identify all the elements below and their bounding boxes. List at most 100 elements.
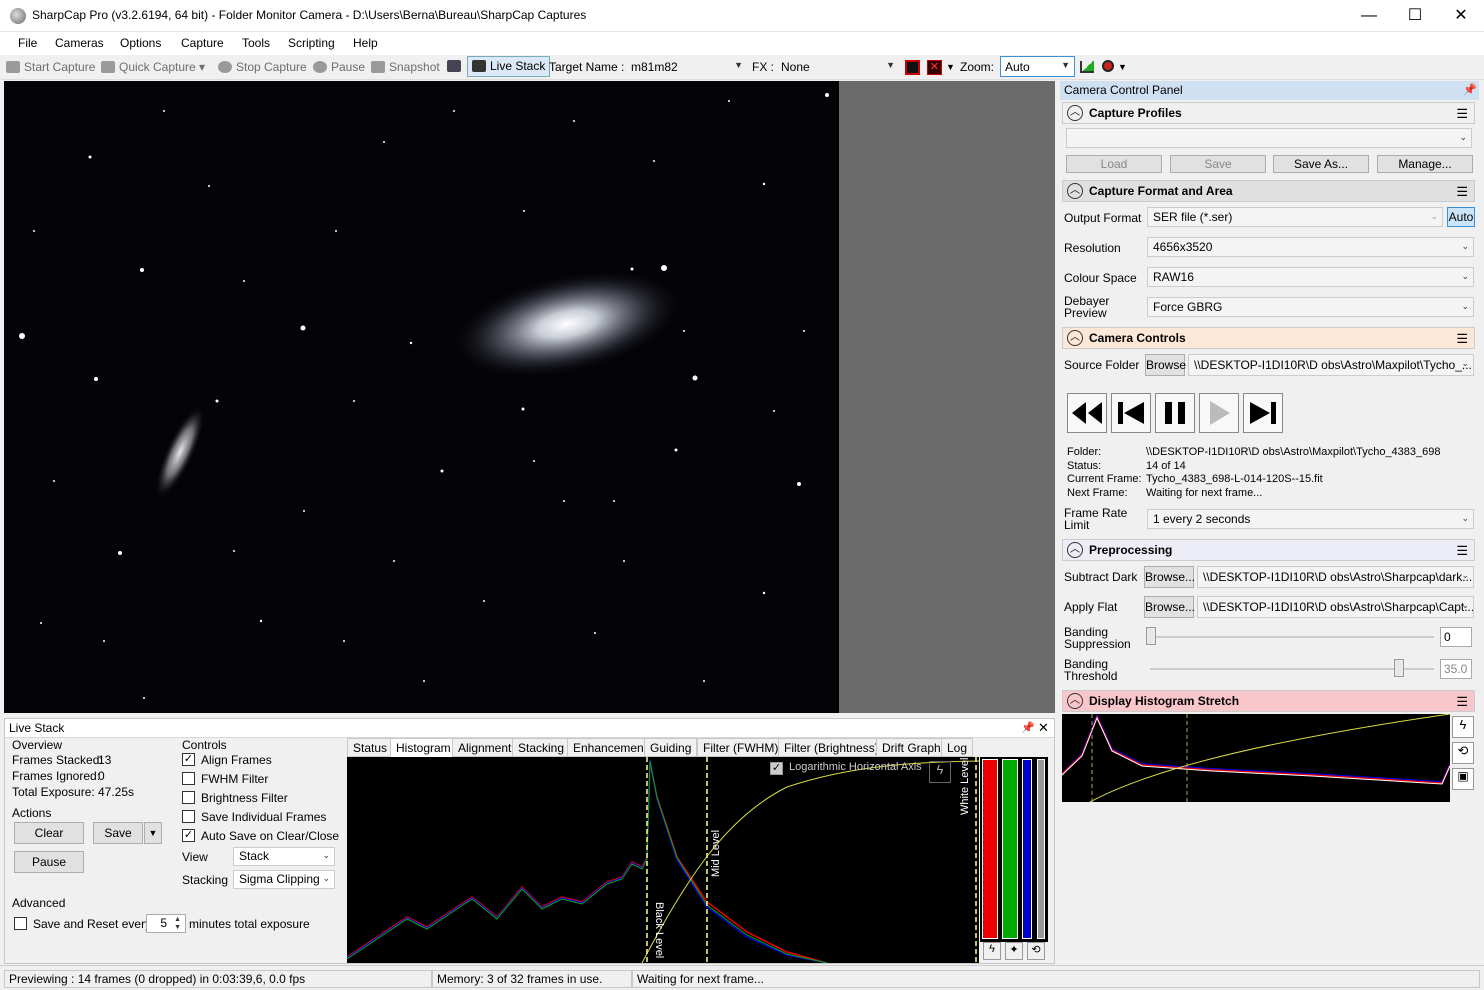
reticle-icon[interactable] (905, 60, 920, 75)
clear-button[interactable]: Clear (14, 822, 84, 844)
align-frames-checkbox[interactable]: ✓ (182, 753, 195, 766)
target-name-combo[interactable]: m81m82 ▼ (626, 56, 748, 77)
camera-controls-header[interactable]: ︿ Camera Controls ☰ (1062, 327, 1475, 349)
profile-save-button[interactable]: Save (1170, 155, 1266, 173)
menu-scripting[interactable]: Scripting (288, 36, 335, 50)
display-histogram-header[interactable]: ︿ Display Histogram Stretch ☰ (1062, 690, 1475, 712)
minutes-stepper[interactable]: 5 ▲ ▼ (146, 914, 186, 933)
pin-icon[interactable]: 📌 (1463, 83, 1477, 96)
collapse-icon[interactable]: ︿ (1067, 542, 1083, 558)
tab-status[interactable]: Status (347, 738, 394, 757)
apply-flat-combo[interactable]: \\DESKTOP-I1DI10R\D obs\Astro\Sharpcap\C… (1197, 596, 1474, 618)
tab-filter-brightness[interactable]: Filter (Brightness) (778, 738, 885, 757)
hamburger-icon[interactable]: ☰ (1456, 331, 1468, 347)
flat-browse-button[interactable]: Browse... (1144, 596, 1195, 618)
menu-capture[interactable]: Capture (181, 36, 224, 50)
star-icon[interactable]: ✦ (1005, 942, 1023, 960)
play-button[interactable] (1199, 393, 1239, 433)
pause-playback-button[interactable] (1155, 393, 1195, 433)
tab-histogram[interactable]: Histogram (390, 738, 457, 757)
pause-stack-button[interactable]: Pause (14, 851, 84, 873)
auto-stretch-icon[interactable]: ϟ (983, 942, 1001, 960)
reset-icon[interactable]: ⟲ (1027, 942, 1045, 960)
chevron-down-icon[interactable]: ▼ (1118, 62, 1127, 72)
source-folder-combo[interactable]: \\DESKTOP-I1DI10R\D obs\Astro\Maxpilot\T… (1188, 354, 1474, 376)
menu-options[interactable]: Options (120, 36, 161, 50)
capture-format-header[interactable]: ︿ Capture Format and Area ☰ (1062, 180, 1475, 202)
start-capture-button[interactable]: Start Capture (6, 60, 95, 74)
log-axis-checkbox[interactable]: ✓ (770, 762, 783, 775)
rgb-level-sliders[interactable] (980, 757, 1048, 942)
fx-combo[interactable]: None ▼ (776, 56, 900, 77)
output-format-combo[interactable]: SER file (*.ser) ⌄ (1147, 207, 1443, 227)
auto-stretch-icon[interactable]: ϟ (929, 761, 951, 783)
snapshot-button[interactable]: Snapshot (371, 60, 440, 74)
next-button[interactable] (1243, 393, 1283, 433)
save-dropdown-button[interactable]: ▼ (144, 822, 162, 844)
display-histogram[interactable] (1061, 713, 1451, 803)
collapse-icon[interactable]: ︿ (1067, 183, 1083, 199)
hamburger-icon[interactable]: ☰ (1456, 694, 1468, 710)
manage-button[interactable]: Manage... (1377, 155, 1473, 173)
save-icon[interactable]: ▣ (1452, 768, 1474, 790)
frame-rate-combo[interactable]: 1 every 2 seconds ⌄ (1147, 509, 1474, 529)
rewind-button[interactable] (1067, 393, 1107, 433)
menu-cameras[interactable]: Cameras (55, 36, 104, 50)
cross-icon[interactable]: ✕ (927, 60, 942, 75)
reset-icon[interactable]: ⟲ (1452, 742, 1474, 764)
tab-stacking[interactable]: Stacking (512, 738, 571, 757)
pin-icon[interactable]: 📌 (1021, 721, 1035, 734)
tab-guiding[interactable]: Guiding (644, 738, 698, 757)
save-as-button[interactable]: Save As... (1273, 155, 1369, 173)
auto-button[interactable]: Auto (1447, 207, 1475, 227)
collapse-icon[interactable]: ︿ (1067, 693, 1083, 709)
dark-browse-button[interactable]: Browse... (1144, 566, 1195, 588)
view-combo[interactable]: Stack ⌄ (233, 847, 335, 866)
stop-capture-button[interactable]: Stop Capture (218, 60, 307, 74)
subtract-dark-combo[interactable]: \\DESKTOP-I1DI10R\D obs\Astro\Sharpcap\d… (1197, 566, 1474, 588)
brightness-filter-checkbox[interactable] (182, 791, 195, 804)
histogram-icon[interactable] (1080, 61, 1094, 73)
hamburger-icon[interactable]: ☰ (1456, 543, 1468, 559)
source-browse-button[interactable]: Browse (1145, 354, 1186, 376)
preprocessing-header[interactable]: ︿ Preprocessing ☰ (1062, 539, 1475, 561)
previous-button[interactable] (1111, 393, 1151, 433)
tab-enhancement[interactable]: Enhancement (567, 738, 654, 757)
pause-button[interactable]: Pause (313, 60, 365, 74)
fwhm-filter-checkbox[interactable] (182, 772, 195, 785)
save-individual-checkbox[interactable] (182, 810, 195, 823)
close-icon[interactable]: ✕ (1038, 720, 1049, 736)
load-button[interactable]: Load (1066, 155, 1162, 173)
slider-thumb[interactable] (1146, 627, 1156, 645)
tab-filter-fwhm[interactable]: Filter (FWHM) (697, 738, 785, 757)
profile-combo[interactable]: ⌄ (1066, 128, 1472, 148)
menu-file[interactable]: File (18, 36, 37, 50)
maximize-button[interactable]: ☐ (1392, 0, 1438, 31)
hamburger-icon[interactable]: ☰ (1456, 184, 1468, 200)
auto-stretch-icon[interactable]: ϟ (1452, 716, 1474, 738)
slider-thumb[interactable] (1394, 659, 1404, 677)
hamburger-icon[interactable]: ☰ (1456, 106, 1468, 122)
banding-suppression-input[interactable]: 0 (1440, 627, 1472, 647)
tab-log[interactable]: Log (941, 738, 974, 757)
resolution-combo[interactable]: 4656x3520 ⌄ (1147, 237, 1474, 257)
close-button[interactable]: ✕ (1438, 0, 1484, 31)
zoom-combo[interactable]: Auto ▼ (1000, 56, 1075, 77)
minimize-button[interactable]: — (1346, 0, 1392, 31)
colour-space-combo[interactable]: RAW16 ⌄ (1147, 267, 1474, 287)
stacking-combo[interactable]: Sigma Clipping ⌄ (233, 870, 335, 889)
tab-drift-graph[interactable]: Drift Graph (876, 738, 947, 757)
auto-save-checkbox[interactable]: ✓ (182, 829, 195, 842)
save-reset-checkbox[interactable] (14, 917, 27, 930)
banding-threshold-slider[interactable] (1150, 668, 1434, 670)
stack-histogram[interactable]: Black Level Mid Level White Level ✓ Loga… (346, 757, 980, 964)
live-stack-button[interactable]: Live Stack (467, 56, 551, 77)
menu-tools[interactable]: Tools (242, 36, 270, 50)
debayer-combo[interactable]: Force GBRG ⌄ (1147, 297, 1474, 317)
chevron-down-icon[interactable]: ▼ (946, 62, 955, 72)
quick-capture-button[interactable]: Quick Capture ▾ (101, 60, 205, 74)
tab-alignment[interactable]: Alignment (452, 738, 518, 757)
menu-help[interactable]: Help (353, 36, 378, 50)
collapse-icon[interactable]: ︿ (1067, 105, 1083, 121)
banding-suppression-slider[interactable] (1150, 636, 1434, 638)
